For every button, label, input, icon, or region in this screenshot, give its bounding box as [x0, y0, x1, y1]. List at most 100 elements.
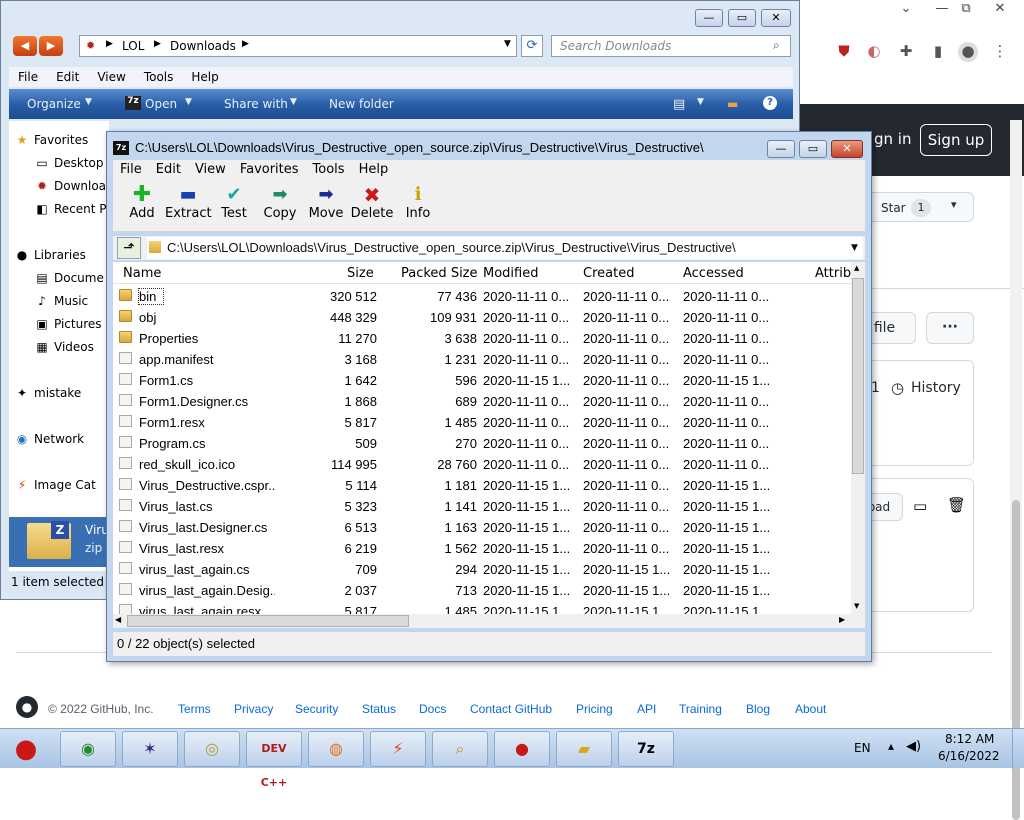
table-row[interactable]: Properties 11 270 3 638 2020-11-11 0... 2020… — [113, 328, 851, 349]
footer-status[interactable]: Status — [362, 702, 396, 716]
profile-icon[interactable]: ● — [958, 42, 978, 62]
taskbar-flash-icon[interactable]: ⚡ — [370, 731, 426, 767]
add-button[interactable]: ✚ Add — [119, 184, 165, 222]
col-name[interactable]: Name — [123, 266, 161, 281]
signup-button[interactable]: Sign up — [920, 124, 992, 156]
help-icon[interactable]: ? — [763, 96, 777, 110]
footer-terms[interactable]: Terms — [178, 702, 211, 716]
start-angry-bird-icon[interactable]: ● — [4, 729, 48, 769]
nav-libraries[interactable]: ● Libraries — [15, 248, 86, 262]
7zip-maximize-button[interactable]: ▭ — [799, 140, 827, 158]
clock-time[interactable]: 8:12 AM — [945, 732, 994, 746]
table-row[interactable]: Virus_last.Designer.cs 6 513 1 163 2020-11-… — [113, 517, 851, 538]
forward-arrow-icon[interactable]: ▶ — [39, 36, 63, 56]
delete-button[interactable]: ✖ Delete — [349, 184, 395, 221]
nav-imagecat[interactable]: ⚡ Image Cat — [15, 478, 96, 492]
7zip-close-button[interactable]: ✕ — [831, 140, 863, 158]
zip-menu-tools[interactable]: Tools — [306, 160, 352, 177]
table-row[interactable]: app.manifest 3 168 1 231 2020-11-11 0... 202… — [113, 349, 851, 370]
table-row[interactable]: Form1.Designer.cs 1 868 689 2020-11-11 0...… — [113, 391, 851, 412]
tab-search-button[interactable]: ⌄ — [892, 0, 920, 18]
footer-privacy[interactable]: Privacy — [234, 702, 273, 716]
nav-documents[interactable]: ▤ Docume — [35, 271, 104, 285]
star-button[interactable]: Star 1 ▾ — [866, 192, 974, 222]
test-button[interactable]: ✔ Test — [211, 184, 257, 221]
menu-help[interactable]: Help — [182, 67, 227, 84]
vertical-scrollbar[interactable]: ▲ ▼ — [851, 262, 865, 614]
nav-mistake[interactable]: ✦ mistake — [15, 386, 81, 400]
col-packed[interactable]: Packed Size — [401, 266, 478, 281]
breadcrumb-downloads[interactable]: Downloads — [170, 39, 236, 53]
refresh-icon[interactable]: ⟳ — [521, 35, 543, 57]
menu-tools[interactable]: Tools — [135, 67, 183, 84]
scroll-left-icon[interactable]: ◀ — [115, 615, 121, 624]
taskbar-chrome-icon[interactable]: ◉ — [60, 731, 116, 767]
table-row[interactable]: virus_last_again.cs 709 294 2020-11-15 1...… — [113, 559, 851, 580]
restore-button[interactable]: ⧉ — [952, 0, 980, 18]
info-button[interactable]: ℹ Info — [395, 184, 441, 221]
view-options-icon[interactable]: ▤ — [673, 97, 685, 112]
share-with-button[interactable]: Share with — [224, 97, 288, 111]
scroll-down-icon[interactable]: ▼ — [854, 602, 859, 610]
menu-view[interactable]: View — [88, 67, 134, 84]
copy-button[interactable]: ➡ Copy — [257, 184, 303, 221]
nav-network[interactable]: ◉ Network — [15, 432, 84, 446]
trash-icon[interactable]: 🗑 — [947, 496, 966, 514]
nav-favorites[interactable]: ★ Favorites — [15, 133, 89, 147]
explorer-minimize-button[interactable]: — — [695, 9, 723, 27]
signin-link[interactable]: gn in — [874, 130, 911, 148]
explorer-close-button[interactable]: ✕ — [761, 9, 791, 27]
preview-pane-icon[interactable]: ▬ — [727, 97, 738, 111]
table-row[interactable]: Virus_last.cs 5 323 1 141 2020-11-15 1... 20… — [113, 496, 851, 517]
zip-menu-file[interactable]: File — [113, 160, 149, 177]
nav-music[interactable]: ♪ Music — [35, 294, 88, 308]
table-row[interactable]: Virus_last.resx 6 219 1 562 2020-11-15 1...… — [113, 538, 851, 559]
col-created[interactable]: Created — [583, 266, 634, 281]
nav-downloads[interactable]: ✹ Downloa — [35, 179, 106, 193]
taskbar-angrybirds-icon[interactable]: ● — [494, 731, 550, 767]
horizontal-scroll-thumb[interactable] — [127, 615, 409, 627]
open-button[interactable]: Open — [145, 97, 177, 111]
footer-docs[interactable]: Docs — [419, 702, 446, 716]
footer-about[interactable]: About — [795, 702, 826, 716]
footer-security[interactable]: Security — [295, 702, 338, 716]
table-row[interactable]: Virus_Destructive.cspr... 5 114 1 181 2020-… — [113, 475, 851, 496]
taskbar-firefox-icon[interactable]: ◍ — [308, 731, 364, 767]
table-row[interactable]: Program.cs 509 270 2020-11-11 0... 2020-11-1… — [113, 433, 851, 454]
nav-recent[interactable]: ◧ Recent P — [35, 202, 106, 216]
scrollbar[interactable] — [1010, 120, 1022, 820]
table-row[interactable]: Form1.cs 1 642 596 2020-11-15 1... 2020-11-1… — [113, 370, 851, 391]
chevron-down-icon[interactable]: ▼ — [504, 39, 511, 49]
nav-pictures[interactable]: ▣ Pictures — [35, 317, 101, 331]
shield-icon[interactable]: ⛊ — [834, 42, 854, 62]
scroll-right-icon[interactable]: ▶ — [839, 615, 845, 624]
vertical-scroll-thumb[interactable] — [852, 278, 864, 474]
nav-desktop[interactable]: ▭ Desktop — [35, 156, 103, 170]
table-row[interactable]: virus_last_again.Desig... 2 037 713 2020-11… — [113, 580, 851, 601]
organize-button[interactable]: Organize — [27, 97, 81, 111]
table-row[interactable]: obj 448 329 109 931 2020-11-11 0... 2020-11-… — [113, 307, 851, 328]
col-accessed[interactable]: Accessed — [683, 266, 744, 281]
menu-file[interactable]: File — [9, 67, 47, 84]
taskbar-spider-icon[interactable]: ✶ — [122, 731, 178, 767]
extension-icon[interactable]: ◐ — [864, 42, 884, 62]
extract-button[interactable]: ▬ Extract — [165, 184, 212, 221]
back-arrow-icon[interactable]: ◀ — [13, 36, 37, 56]
horizontal-scrollbar[interactable]: ◀ ▶ — [113, 614, 865, 628]
new-folder-button[interactable]: New folder — [329, 97, 394, 111]
footer-blog[interactable]: Blog — [746, 702, 770, 716]
table-row[interactable]: red_skull_ico.ico 114 995 28 760 2020-11-11… — [113, 454, 851, 475]
history-link[interactable]: History — [911, 380, 961, 396]
kebab-menu-icon[interactable]: ⋮ — [990, 42, 1010, 62]
clock-date[interactable]: 6/16/2022 — [938, 749, 1000, 763]
chevron-down-icon[interactable]: ▼ — [851, 237, 858, 259]
zip-menu-edit[interactable]: Edit — [149, 160, 188, 177]
explorer-maximize-button[interactable]: ▭ — [728, 9, 756, 27]
github-logo-icon[interactable]: ● — [16, 696, 38, 718]
search-icon[interactable]: ⌕ — [773, 38, 780, 53]
footer-pricing[interactable]: Pricing — [576, 702, 613, 716]
table-row[interactable]: Form1.resx 5 817 1 485 2020-11-11 0... 2020-… — [113, 412, 851, 433]
volume-icon[interactable]: ◀) — [906, 739, 921, 754]
sidepanel-icon[interactable]: ▮ — [928, 42, 948, 62]
7zip-minimize-button[interactable]: — — [767, 140, 795, 158]
